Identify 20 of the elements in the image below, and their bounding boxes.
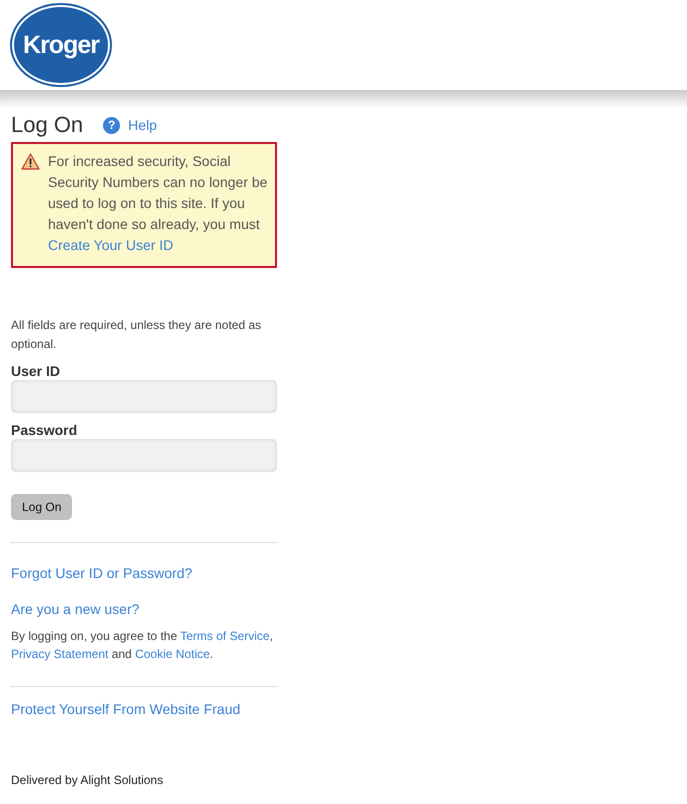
log-on-button[interactable]: Log On [11,494,72,520]
page-title: Log On [11,112,84,138]
logo: Kroger [12,5,110,85]
field-label: Password [11,422,78,438]
footer-text: Delivered by Alight Solutions [11,773,164,787]
agreement-text: By logging on, you agree to the Terms of Service, Privacy Statement and Cookie Notice. [11,628,274,663]
alert-message: For increased security, Social Security Numbers can no longer be used to log on to this site. If you haven't done so already, you must Create Your User ID [48,152,268,255]
create-user-id-link[interactable]: Create Your User ID [48,237,174,253]
field-label: User ID [11,363,62,379]
input-field[interactable] [11,380,277,413]
help-link[interactable]: ? Help [103,116,157,134]
fraud-link[interactable]: Protect Yourself From Website Fraud [11,701,277,717]
warning-icon [21,153,40,170]
instructions: All fields are required, unless they are noted as optional. [11,317,262,353]
text-link[interactable]: Are you a new user? [11,601,277,617]
input-field[interactable] [11,439,277,472]
policy-link[interactable]: Terms of Service [180,629,270,643]
policy-link[interactable]: Privacy Statement [11,647,108,661]
text-link[interactable]: Forgot User ID or Password? [11,565,277,581]
policy-link[interactable]: Cookie Notice [135,647,210,661]
